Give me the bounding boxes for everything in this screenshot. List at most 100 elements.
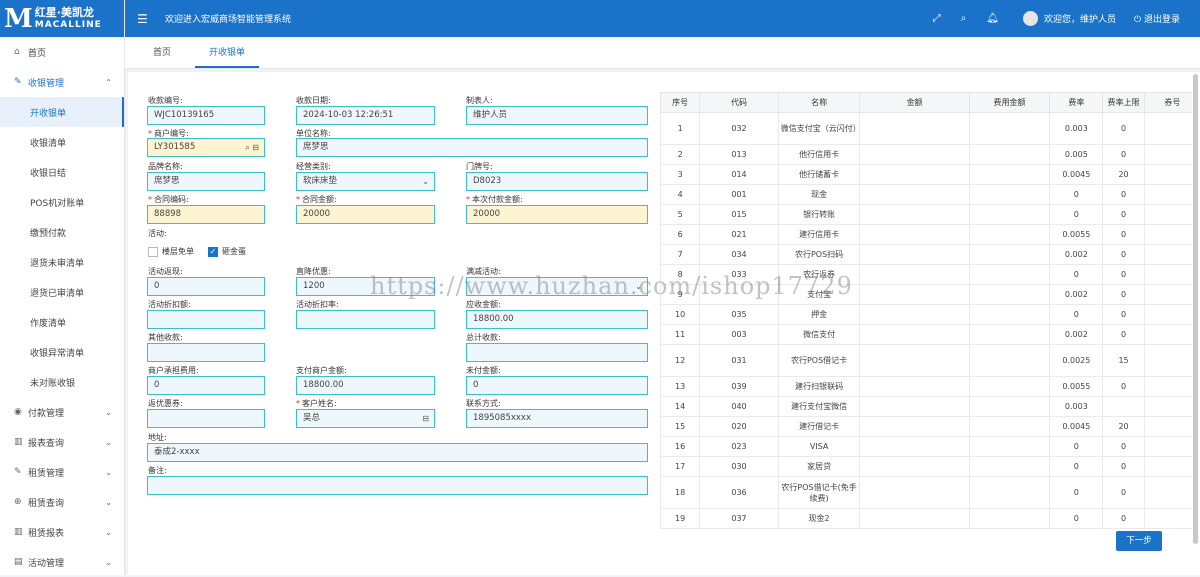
category-select[interactable]: 软床床垫⌄ [296, 172, 435, 191]
table-cell[interactable] [860, 305, 969, 325]
table-row[interactable]: 18036农行POS借记卡(免手续费)00 [661, 477, 1200, 509]
table-row[interactable]: 19037现金200 [661, 509, 1200, 529]
table-cell[interactable] [860, 265, 969, 285]
sidebar-item[interactable]: 退货已审清单 [0, 277, 124, 307]
act-discount-amt-field[interactable] [147, 310, 265, 329]
table-cell[interactable] [860, 397, 969, 417]
sidebar-item[interactable]: 未对账收银 [0, 367, 124, 397]
logout-button[interactable]: ⏻ 退出登录 [1134, 12, 1180, 25]
sidebar-item[interactable]: ✎收银管理⌃ [0, 67, 124, 97]
table-cell[interactable] [860, 113, 969, 145]
sidebar-item[interactable]: 收银清单 [0, 127, 124, 157]
table-row[interactable]: 12031农行POS借记卡0.002515 [661, 345, 1200, 377]
receivable-field[interactable]: 18800.00 [466, 310, 648, 329]
sidebar-item[interactable]: ▥报表查询⌄ [0, 427, 124, 457]
merchant-fee-field[interactable]: 0 [147, 376, 265, 395]
sidebar-item[interactable]: ✎租赁管理⌄ [0, 457, 124, 487]
sidebar-item[interactable]: 作废清单 [0, 307, 124, 337]
tab-home[interactable]: 首页 [139, 37, 185, 68]
table-cell[interactable] [860, 225, 969, 245]
search-icon[interactable]: ⌕ [961, 13, 967, 24]
table-cell[interactable] [860, 165, 969, 185]
act-return-field[interactable]: 0 [147, 277, 265, 296]
sidebar-item[interactable]: ▤活动管理⌄ [0, 547, 124, 577]
total-income-field[interactable] [466, 343, 648, 362]
contact-field[interactable]: 1895085xxxx [466, 409, 648, 428]
table-row[interactable]: 17030家居贷00 [661, 457, 1200, 477]
table-row[interactable]: 16023VISA00 [661, 437, 1200, 457]
contract-amount-field[interactable]: 20000 [296, 205, 435, 224]
table-row[interactable]: 10035押金00 [661, 305, 1200, 325]
sidebar-item[interactable]: 收银异常清单 [0, 337, 124, 367]
golden-egg-checkbox[interactable]: ✓砸金蛋 [208, 246, 246, 257]
other-income-field[interactable] [147, 343, 265, 362]
table-cell[interactable] [860, 457, 969, 477]
door-no-field[interactable]: D8023 [466, 172, 648, 191]
table-cell[interactable] [860, 437, 969, 457]
customer-field[interactable]: 吴总⊟ [296, 409, 435, 428]
remark-field[interactable] [147, 476, 648, 495]
table-cell[interactable] [860, 185, 969, 205]
sidebar-item[interactable]: ◉付款管理⌄ [0, 397, 124, 427]
avatar[interactable] [1023, 11, 1038, 26]
receipt-date-field[interactable]: 2024-10-03 12:26:51 [296, 106, 435, 125]
tab-new-receipt[interactable]: 开收银单 [195, 37, 259, 68]
merchant-no-field[interactable]: LY301585⌕ ⊟ [147, 138, 265, 157]
pay-amount-field[interactable]: 20000 [466, 205, 648, 224]
table-row[interactable]: 5015银行转账00 [661, 205, 1200, 225]
table-row[interactable]: 15020建行借记卡0.004520 [661, 417, 1200, 437]
bell-icon[interactable]: 🔔︎ [986, 13, 999, 24]
table-cell[interactable] [860, 285, 969, 305]
table-row[interactable]: 8033农行返券00 [661, 265, 1200, 285]
table-cell[interactable] [860, 325, 969, 345]
table-row[interactable]: 1032微信支付宝（云闪付）0.0030 [661, 113, 1200, 145]
table-row[interactable]: 14040建行支付宝微信0.003 [661, 397, 1200, 417]
table-cell[interactable] [860, 477, 969, 509]
full-reduce-select[interactable]: ⌄ [466, 277, 648, 296]
sidebar-item[interactable]: 开收银单 [0, 97, 124, 127]
page-scrollbar[interactable] [1192, 72, 1200, 575]
sidebar-item[interactable]: ▥租赁报表⌄ [0, 517, 124, 547]
sidebar-item[interactable]: POS机对账单 [0, 187, 124, 217]
table-cell[interactable] [860, 509, 969, 529]
floor-free-checkbox[interactable]: 楼层免单 [148, 246, 194, 257]
sidebar-item[interactable]: 退货未审清单 [0, 247, 124, 277]
coupon-field[interactable] [147, 409, 265, 428]
paid-merchant-field[interactable]: 18800.00 [296, 376, 435, 395]
menu-toggle-icon[interactable]: ☰ [137, 12, 153, 26]
unpaid-field[interactable]: 0 [466, 376, 648, 395]
sidebar-item[interactable]: ⌂首页 [0, 37, 124, 67]
table-row[interactable]: 11003微信支付0.0020 [661, 325, 1200, 345]
direct-discount-field[interactable]: 1200 [296, 277, 435, 296]
brand-field[interactable]: 席梦思 [147, 172, 265, 191]
table-cell[interactable] [860, 245, 969, 265]
table-cell[interactable] [860, 145, 969, 165]
table-row[interactable]: 2013他行信用卡0.0050 [661, 145, 1200, 165]
table-row[interactable]: 4001现金00 [661, 185, 1200, 205]
contract-no-field[interactable]: 88898 [147, 205, 265, 224]
table-row[interactable]: 9支付宝0.0020 [661, 285, 1200, 305]
receipt-no-field[interactable]: WJC10139165 [147, 106, 265, 125]
maker-field[interactable]: 维护人员 [466, 106, 648, 125]
sidebar-item[interactable]: 缴预付款 [0, 217, 124, 247]
table-row[interactable]: 3014他行储蓄卡0.004520 [661, 165, 1200, 185]
card-icon[interactable]: ⊟ [422, 410, 429, 427]
checkbox-box[interactable] [148, 247, 158, 257]
table-row[interactable]: 13039建行扫银联码0.00550 [661, 377, 1200, 397]
table-cell[interactable] [860, 345, 969, 377]
welcome-text[interactable]: 欢迎您，维护人员 [1044, 12, 1116, 25]
fullscreen-icon[interactable]: ⤢ [933, 13, 941, 24]
next-step-button[interactable]: 下一步 [1116, 531, 1162, 551]
table-cell[interactable] [860, 377, 969, 397]
sidebar-item[interactable]: 收银日结 [0, 157, 124, 187]
address-field[interactable]: 泰成2-xxxx [147, 443, 648, 462]
unit-name-field[interactable]: 席梦思 [296, 138, 648, 157]
scrollbar-thumb[interactable] [1193, 74, 1198, 544]
table-row[interactable]: 6021建行信用卡0.00550 [661, 225, 1200, 245]
check-icon[interactable]: ✓ [208, 247, 218, 257]
lookup-icon[interactable]: ⌕ ⊟ [245, 139, 259, 156]
table-cell[interactable] [860, 205, 969, 225]
table-cell[interactable] [860, 417, 969, 437]
sidebar-item[interactable]: ⊕租赁查询⌄ [0, 487, 124, 517]
act-discount-rate-field[interactable] [296, 310, 435, 329]
